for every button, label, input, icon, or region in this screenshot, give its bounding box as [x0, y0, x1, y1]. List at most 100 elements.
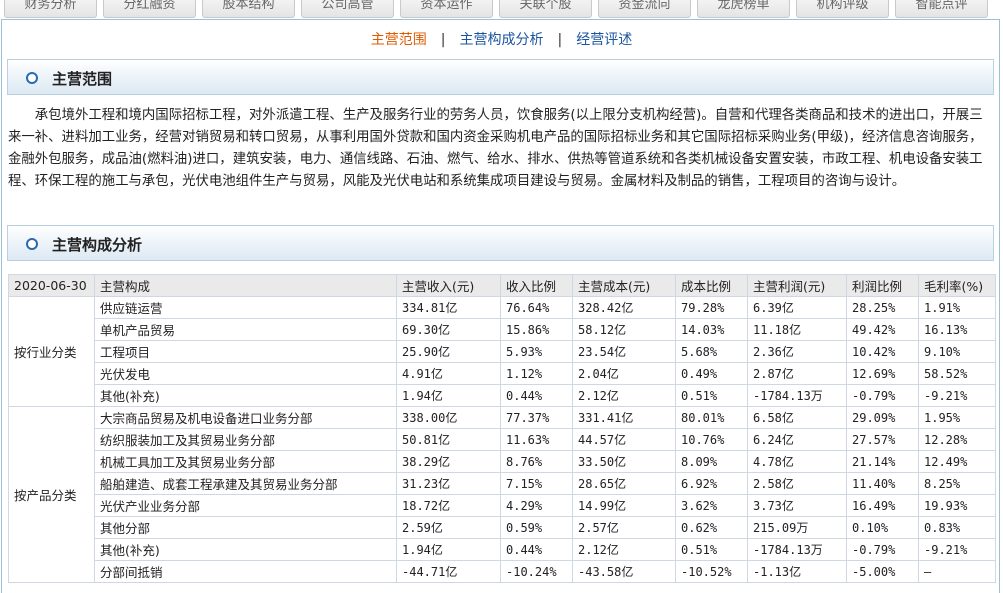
scope-paragraph: 承包境外工程和境内国际招标工程，对外派遣工程、生产及服务行业的劳务人员，饮食服务…: [8, 108, 983, 189]
section-title: 主营范围: [52, 70, 113, 88]
table-row: 其他(补充) 1.94亿 0.44% 2.12亿 0.51% -1784.13万 -0.79…: [9, 538, 996, 561]
table-row: 其他(补充) 1.94亿 0.44% 2.12亿 0.51% -1784.13万 -0.79…: [9, 384, 996, 407]
table-row: 按行业分类 供应链运营 334.81亿 76.64% 328.42亿 79.28% 6.39…: [8, 296, 996, 407]
tab-dragon-tiger-list[interactable]: 龙虎榜单: [697, 0, 790, 18]
value-cell: 3.73亿: [747, 494, 847, 517]
value-cell: 6.92%: [675, 472, 748, 495]
table-row: 单机产品贸易 69.30亿 15.86% 58.12亿 14.03% 11.18亿 49.4…: [9, 318, 996, 341]
value-cell: 15.86%: [500, 318, 573, 341]
bullet-icon: [26, 72, 38, 84]
value-cell: 80.01%: [675, 406, 748, 429]
value-cell: 0.49%: [675, 362, 748, 385]
value-cell: 29.09%: [846, 406, 919, 429]
table-row: 其他分部 2.59亿 0.59% 2.57亿 0.62% 215.09万 0.10% 0.83…: [9, 516, 996, 539]
group-label: 按行业分类: [8, 296, 95, 407]
value-cell: 58.12亿: [572, 318, 676, 341]
header-cell: 收入比例: [500, 274, 573, 297]
value-cell: 77.37%: [500, 406, 573, 429]
value-cell: -44.71亿: [396, 560, 501, 583]
section-title: 主营构成分析: [52, 236, 143, 254]
value-cell: 8.76%: [500, 450, 573, 473]
value-cell: -9.21%: [918, 384, 996, 407]
value-cell: -0.79%: [846, 538, 919, 561]
value-cell: 1.95%: [918, 406, 996, 429]
value-cell: 331.41亿: [572, 406, 676, 429]
tab-related-stocks[interactable]: 关联个股: [499, 0, 592, 18]
value-cell: -10.52%: [675, 560, 748, 583]
value-cell: 5.68%: [675, 340, 748, 363]
value-cell: 79.28%: [675, 296, 748, 319]
value-cell: 16.49%: [846, 494, 919, 517]
value-cell: 0.62%: [675, 516, 748, 539]
table-row: 工程项目 25.90亿 5.93% 23.54亿 5.68% 2.36亿 10.42% 9.1…: [9, 340, 996, 363]
segment-name: 供应链运营: [94, 296, 397, 319]
value-cell: 18.72亿: [396, 494, 501, 517]
table-row: 光伏发电 4.91亿 1.12% 2.04亿 0.49% 2.87亿 12.69% 58.52…: [9, 362, 996, 385]
value-cell: 0.59%: [500, 516, 573, 539]
segment-name: 分部间抵销: [94, 560, 397, 583]
value-cell: 0.51%: [675, 538, 748, 561]
tab-financial-analysis[interactable]: 财务分析: [4, 0, 97, 18]
segment-name: 其他(补充): [94, 538, 397, 561]
tab-executives[interactable]: 公司高管: [301, 0, 394, 18]
segment-name: 船舶建造、成套工程承建及其贸易业务分部: [94, 472, 397, 495]
header-cell: 主营成本(元): [572, 274, 676, 297]
value-cell: 14.03%: [675, 318, 748, 341]
value-cell: 28.65亿: [572, 472, 676, 495]
value-cell: 4.91亿: [396, 362, 501, 385]
value-cell: 2.12亿: [572, 384, 676, 407]
subnav-separator: |: [440, 32, 446, 48]
value-cell: 2.12亿: [572, 538, 676, 561]
value-cell: 2.36亿: [747, 340, 847, 363]
value-cell: 0.44%: [500, 384, 573, 407]
header-cell: 主营构成: [94, 274, 397, 297]
segment-name: 大宗商品贸易及机电设备进口业务分部: [94, 406, 397, 429]
subnav-business-scope[interactable]: 主营范围: [371, 29, 427, 49]
value-cell: 2.58亿: [747, 472, 847, 495]
value-cell: -43.58亿: [572, 560, 676, 583]
value-cell: -1784.13万: [747, 538, 847, 561]
table-header-row: 2020-06-30 主营构成 主营收入(元) 收入比例 主营成本(元) 成本比…: [8, 274, 996, 297]
value-cell: 4.78亿: [747, 450, 847, 473]
value-cell: 16.13%: [918, 318, 996, 341]
tab-fund-flow[interactable]: 资金流向: [598, 0, 691, 18]
subnav-composition-analysis[interactable]: 主营构成分析: [460, 29, 544, 49]
value-cell: 334.81亿: [396, 296, 501, 319]
value-cell: 69.30亿: [396, 318, 501, 341]
value-cell: —: [918, 560, 996, 583]
value-cell: 11.63%: [500, 428, 573, 451]
value-cell: 7.15%: [500, 472, 573, 495]
bullet-icon: [26, 238, 38, 250]
group-label: 按产品分类: [8, 406, 95, 583]
value-cell: 25.90亿: [396, 340, 501, 363]
business-scope-text: 承包境外工程和境内国际招标工程，对外派遣工程、生产及服务行业的劳务人员，饮食服务…: [8, 105, 992, 193]
header-date: 2020-06-30: [8, 274, 95, 297]
table-row: 分部间抵销 -44.71亿 -10.24% -43.58亿 -10.52% -1.13亿 -…: [9, 560, 996, 583]
tab-capital-operation[interactable]: 资本运作: [400, 0, 493, 18]
segment-name: 工程项目: [94, 340, 397, 363]
segment-name: 单机产品贸易: [94, 318, 397, 341]
value-cell: 76.64%: [500, 296, 573, 319]
value-cell: 10.42%: [846, 340, 919, 363]
value-cell: 28.25%: [846, 296, 919, 319]
value-cell: 1.91%: [918, 296, 996, 319]
tab-institution-rating[interactable]: 机构评级: [796, 0, 889, 18]
tab-smart-review[interactable]: 智能点评: [895, 0, 988, 18]
section-header-composition: 主营构成分析: [7, 225, 994, 261]
value-cell: 4.29%: [500, 494, 573, 517]
value-cell: -0.79%: [846, 384, 919, 407]
sub-navigation: 主营范围 | 主营构成分析 | 经营评述: [0, 29, 1003, 49]
top-tab-bar: 财务分析 分红融资 股本结构 公司高管 资本运作 关联个股 资金流向 龙虎榜单 …: [0, 0, 1003, 19]
table-row: 机械工具加工及其贸易业务分部 38.29亿 8.76% 33.50亿 8.09% 4.78…: [9, 450, 996, 473]
segment-name: 其他(补充): [94, 384, 397, 407]
tab-dividend-financing[interactable]: 分红融资: [103, 0, 196, 18]
value-cell: 6.58亿: [747, 406, 847, 429]
value-cell: 38.29亿: [396, 450, 501, 473]
value-cell: 21.14%: [846, 450, 919, 473]
value-cell: 5.93%: [500, 340, 573, 363]
tab-share-structure[interactable]: 股本结构: [202, 0, 295, 18]
segment-name: 光伏产业业务分部: [94, 494, 397, 517]
value-cell: 0.83%: [918, 516, 996, 539]
value-cell: 6.39亿: [747, 296, 847, 319]
subnav-business-review[interactable]: 经营评述: [576, 29, 632, 49]
